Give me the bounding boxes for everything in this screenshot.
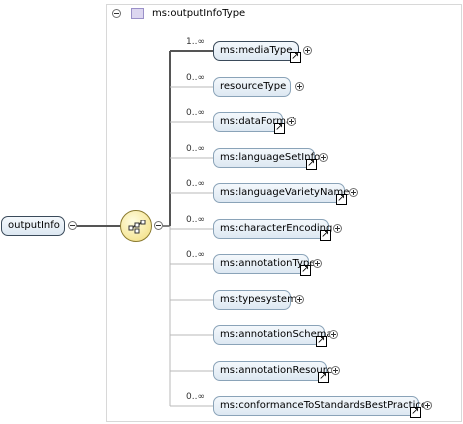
child-element[interactable]: ms:mediaType: [213, 41, 299, 61]
child-element-label: ms:mediaType: [220, 45, 293, 56]
cardinality-label: 0..∞: [186, 250, 205, 260]
child-element[interactable]: ms:conformanceToStandardsBestPractices: [213, 396, 432, 416]
expand-element-icon[interactable]: [349, 188, 358, 197]
reference-arrow-icon[interactable]: [410, 405, 421, 419]
child-element-label: resourceType: [220, 81, 287, 92]
reference-arrow-icon[interactable]: [316, 334, 327, 348]
child-element[interactable]: resourceType: [213, 77, 291, 97]
root-element-outputInfo[interactable]: outputInfo: [1, 216, 65, 236]
root-element-label: outputInfo: [8, 220, 60, 231]
expand-element-icon[interactable]: [331, 366, 340, 375]
cardinality-label: 0..∞: [186, 179, 205, 189]
cardinality-label: 0..∞: [186, 392, 205, 402]
reference-arrow-icon[interactable]: [274, 121, 285, 135]
child-element-label: ms:conformanceToStandardsBestPractices: [220, 400, 433, 411]
expand-element-icon[interactable]: [423, 401, 432, 410]
child-element-label: ms:characterEncoding: [220, 223, 333, 234]
expand-element-icon[interactable]: [295, 82, 304, 91]
cardinality-label: 0..∞: [186, 108, 205, 118]
reference-arrow-icon[interactable]: [290, 50, 301, 64]
expand-element-icon[interactable]: [329, 330, 338, 339]
cardinality-label: 1..∞: [186, 37, 205, 47]
expand-element-icon[interactable]: [333, 224, 342, 233]
child-element[interactable]: ms:languageSetInfo: [213, 148, 320, 168]
expand-element-icon[interactable]: [303, 46, 312, 55]
expand-element-icon[interactable]: [295, 295, 304, 304]
sequence-icon: [128, 220, 146, 234]
child-element[interactable]: ms:typesystem: [213, 290, 297, 310]
expand-element-icon[interactable]: [313, 259, 322, 268]
child-element[interactable]: ms:dataFormat: [213, 112, 296, 132]
child-element-label: ms:languageVarietyName: [220, 187, 350, 198]
cardinality-label: 0..∞: [186, 215, 205, 225]
expand-element-icon[interactable]: [319, 153, 328, 162]
child-element[interactable]: ms:languageVarietyName: [213, 183, 349, 203]
collapse-root-icon[interactable]: [68, 221, 77, 230]
cardinality-label: 0..∞: [186, 73, 205, 83]
reference-arrow-icon[interactable]: [306, 157, 317, 171]
child-element[interactable]: ms:characterEncoding: [213, 219, 333, 239]
reference-arrow-icon[interactable]: [318, 370, 329, 384]
expand-element-icon[interactable]: [287, 117, 296, 126]
child-element[interactable]: ms:annotationSchema: [213, 325, 333, 345]
child-element[interactable]: ms:annotationType: [213, 254, 315, 274]
child-element[interactable]: ms:annotationResource: [213, 361, 338, 381]
collapse-sequence-icon[interactable]: [154, 221, 163, 230]
reference-arrow-icon[interactable]: [336, 192, 347, 206]
cardinality-label: 0..∞: [186, 144, 205, 154]
child-element-label: ms:typesystem: [220, 294, 297, 305]
reference-arrow-icon[interactable]: [320, 228, 331, 242]
sequence-compositor[interactable]: [120, 210, 152, 242]
reference-arrow-icon[interactable]: [300, 263, 311, 277]
